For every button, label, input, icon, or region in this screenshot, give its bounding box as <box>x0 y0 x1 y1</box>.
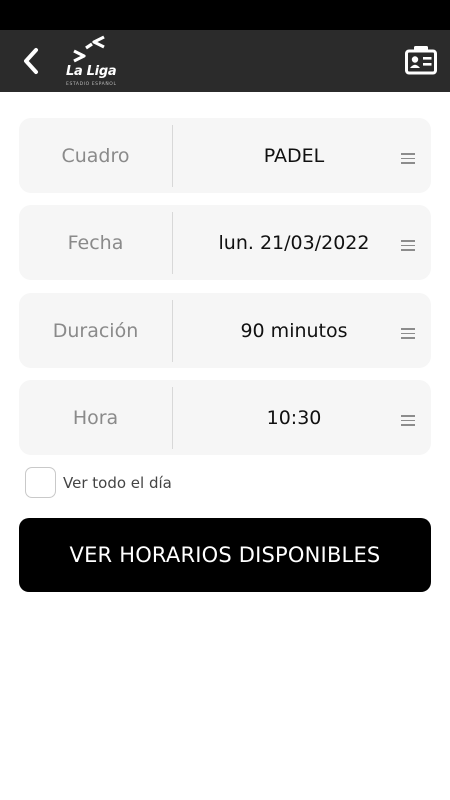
field-label: Duración <box>52 319 139 342</box>
all-day-checkbox[interactable] <box>25 467 56 498</box>
logo-mark-icon <box>73 35 105 63</box>
field-duracion[interactable]: Duración 90 minutos <box>19 293 431 368</box>
la-liga-logo: La Liga ESTADIO ESPAÑOL <box>64 34 117 90</box>
status-bar <box>0 0 450 30</box>
field-label: Hora <box>72 406 119 429</box>
field-value: 10:30 <box>266 406 322 429</box>
menu-lines-icon <box>401 328 415 339</box>
field-label: Fecha <box>67 231 124 254</box>
field-value: 90 minutos <box>240 319 348 342</box>
profile-card-button[interactable] <box>404 44 438 78</box>
field-cuadro[interactable]: Cuadro PADEL <box>19 118 431 193</box>
menu-lines-icon <box>401 153 415 164</box>
field-label: Cuadro <box>61 144 130 167</box>
all-day-row: Ver todo el día <box>25 467 172 498</box>
id-card-icon <box>405 46 437 75</box>
all-day-label[interactable]: Ver todo el día <box>63 474 172 492</box>
field-hora[interactable]: Hora 10:30 <box>19 380 431 455</box>
menu-lines-icon <box>401 415 415 426</box>
ver-horarios-button[interactable]: VER HORARIOS DISPONIBLES <box>19 518 431 592</box>
menu-lines-icon <box>401 240 415 251</box>
logo-text: La Liga <box>66 64 117 79</box>
field-value: PADEL <box>263 144 325 167</box>
logo-subtext: ESTADIO ESPAÑOL <box>66 82 117 87</box>
field-fecha[interactable]: Fecha lun. 21/03/2022 <box>19 205 431 280</box>
back-button[interactable] <box>14 44 48 78</box>
field-value: lun. 21/03/2022 <box>218 231 370 254</box>
chevron-left-icon <box>24 48 38 74</box>
header-bar: La Liga ESTADIO ESPAÑOL <box>0 30 450 92</box>
